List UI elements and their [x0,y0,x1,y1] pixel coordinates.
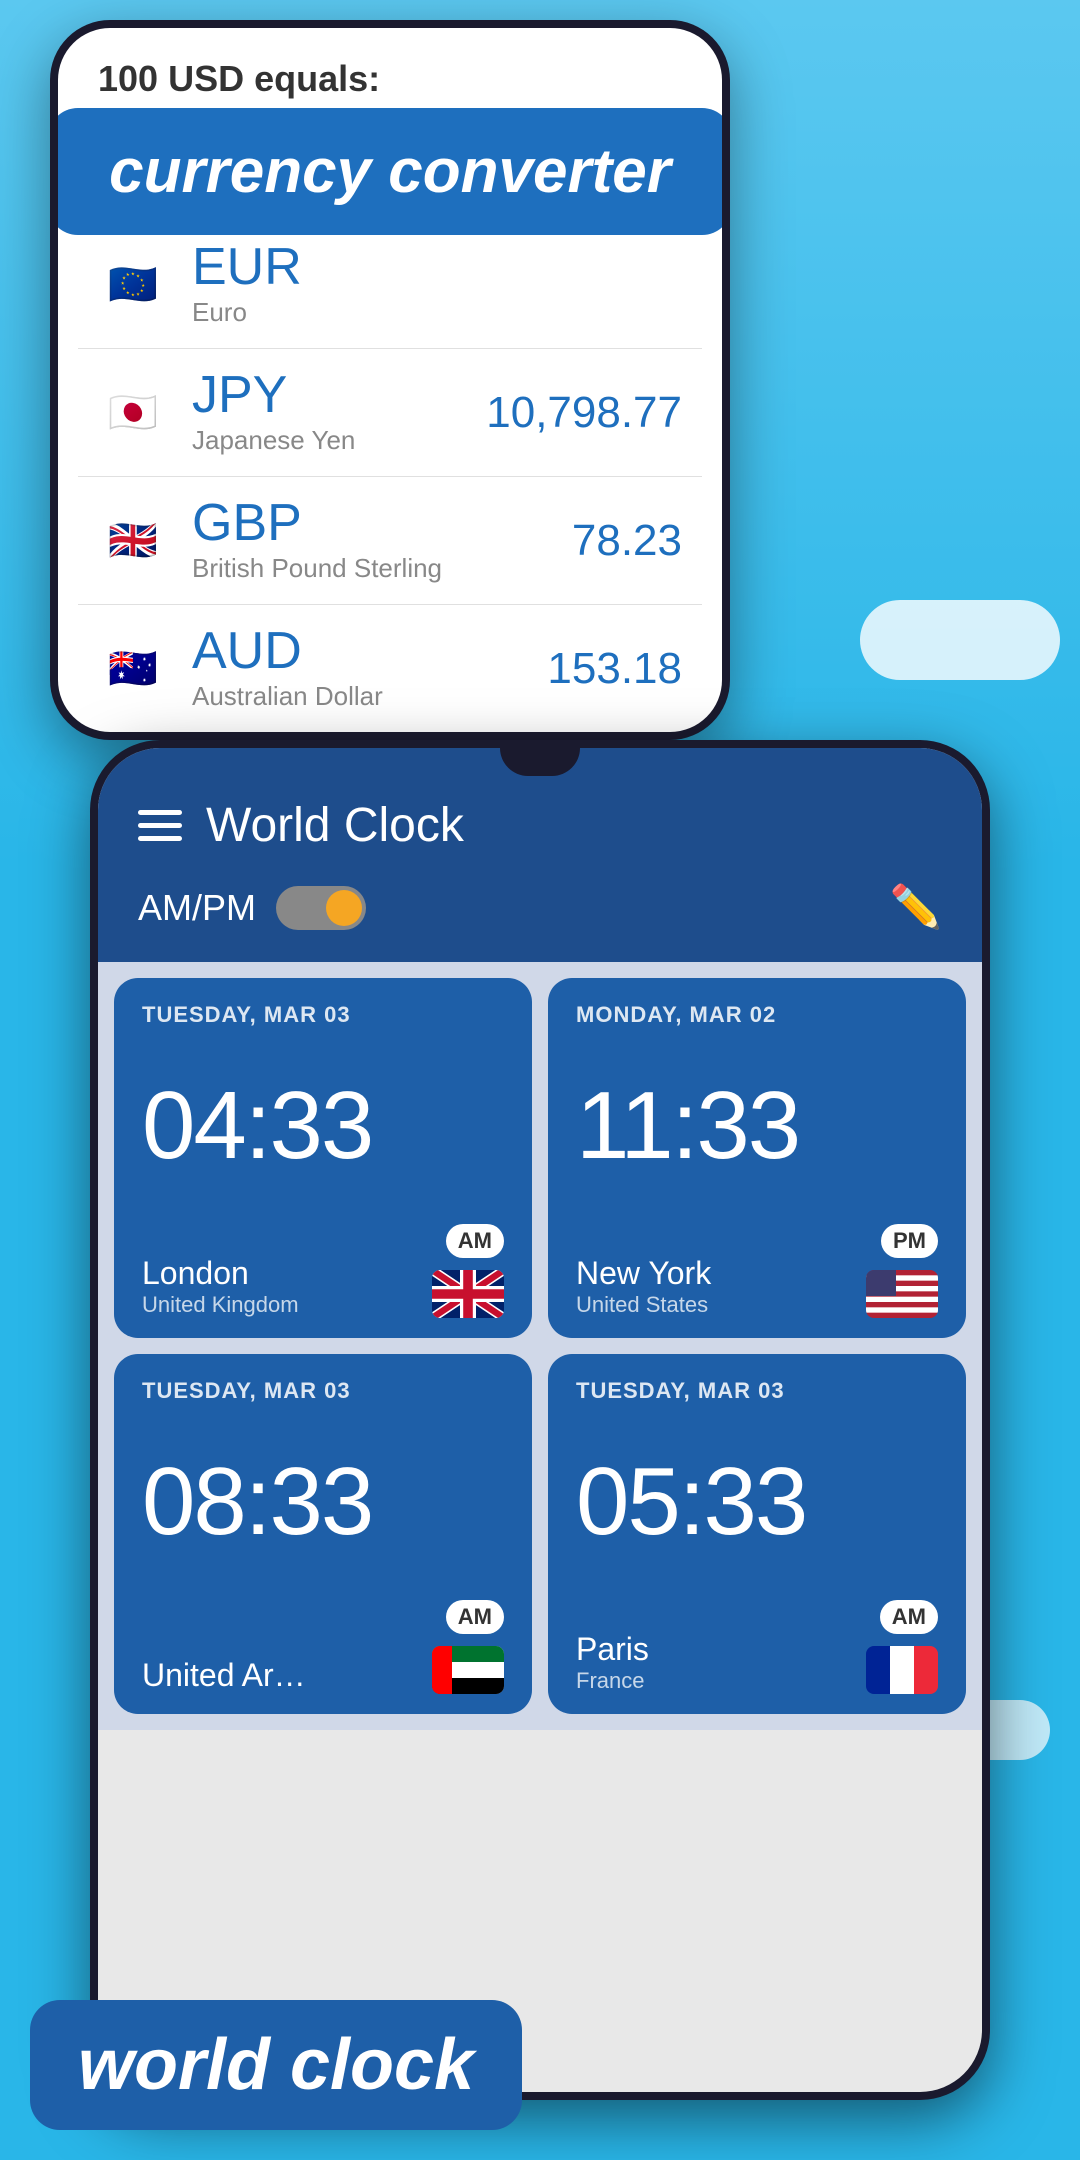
currency-info-jpy: JPY Japanese Yen [192,369,486,456]
flag-uae [432,1646,504,1694]
world-clock-phone: World Clock AM/PM ✏️ TUESDAY, MAR 03 04:… [90,740,990,2100]
card-bottom-uae: United Arab Emira... AM [142,1600,504,1694]
currency-code-aud: AUD [192,625,547,677]
world-clock-screen: World Clock AM/PM ✏️ TUESDAY, MAR 03 04:… [98,748,982,2092]
card-city-block-paris: Paris France [576,1631,866,1694]
clock-card-newyork[interactable]: MONDAY, MAR 02 11:33 New York United Sta… [548,978,966,1338]
card-country-newyork: United States [576,1292,866,1318]
cloud-decoration-1 [860,600,1060,680]
card-time-paris: 05:33 [576,1420,938,1584]
currency-name-gbp: British Pound Sterling [192,553,572,584]
currency-banner-text: currency converter [98,136,682,207]
currency-name-aud: Australian Dollar [192,681,547,712]
world-clock-label: world clock [30,2000,522,2130]
currency-header: 100 USD equals: [58,28,722,110]
flag-newyork [866,1270,938,1318]
card-country-paris: France [576,1668,866,1694]
currency-phone-screen: 100 USD equals: 🇺🇸 USD 100 🇪🇺 EUR Euro [58,28,722,732]
card-city-uae: United Arab Emira... [142,1657,322,1694]
currency-code-jpy: JPY [192,369,486,421]
hamburger-line-2 [138,823,182,828]
clock-toolbar: AM/PM ✏️ [98,873,982,962]
clock-grid: TUESDAY, MAR 03 04:33 London United King… [98,962,982,1730]
card-city-london: London [142,1255,432,1292]
currency-value-aud: 153.18 [547,644,682,694]
currency-name-eur: Euro [192,297,682,328]
card-bottom-paris: Paris France AM [576,1600,938,1694]
flag-gbp: 🇬🇧 [98,506,168,576]
card-right-london: AM [432,1224,504,1318]
currency-info-aud: AUD Australian Dollar [192,625,547,712]
card-country-london: United Kingdom [142,1292,432,1318]
card-right-uae: AM [432,1600,504,1694]
currency-value-gbp: 78.23 [572,516,682,566]
edit-icon-wrap: ✏️ [890,883,942,932]
currency-item-gbp[interactable]: 🇬🇧 GBP British Pound Sterling 78.23 [78,477,702,605]
card-right-paris: AM [866,1600,938,1694]
flag-london [432,1270,504,1318]
card-city-block-london: London United Kingdom [142,1255,432,1318]
clock-card-london[interactable]: TUESDAY, MAR 03 04:33 London United King… [114,978,532,1338]
ampm-badge-uae: AM [446,1600,504,1634]
clock-card-paris[interactable]: TUESDAY, MAR 03 05:33 Paris France AM [548,1354,966,1714]
card-city-block-newyork: New York United States [576,1255,866,1318]
ampm-badge-paris: AM [880,1600,938,1634]
menu-button[interactable] [138,810,182,841]
currency-item-aud[interactable]: 🇦🇺 AUD Australian Dollar 153.18 [78,605,702,732]
currency-item-jpy[interactable]: 🇯🇵 JPY Japanese Yen 10,798.77 [78,349,702,477]
flag-aud: 🇦🇺 [98,634,168,704]
ampm-badge-newyork: PM [881,1224,938,1258]
clock-title: World Clock [206,798,942,853]
world-clock-label-text: world clock [78,2024,474,2106]
toggle-thumb [326,890,362,926]
currency-code-eur: EUR [192,241,682,293]
ampm-badge-london: AM [446,1224,504,1258]
edit-icon[interactable]: ✏️ [890,883,942,930]
card-bottom-newyork: New York United States PM [576,1224,938,1318]
currency-phone: 100 USD equals: 🇺🇸 USD 100 🇪🇺 EUR Euro [50,20,730,740]
card-time-newyork: 11:33 [576,1044,938,1208]
currency-equals-label: 100 USD equals: [98,58,380,99]
currency-code-gbp: GBP [192,497,572,549]
currency-item-eur[interactable]: 🇪🇺 EUR Euro [78,221,702,349]
clock-card-uae[interactable]: TUESDAY, MAR 03 08:33 United Arab Emira.… [114,1354,532,1714]
ampm-label: AM/PM [138,887,256,929]
hamburger-line-1 [138,810,182,815]
currency-info-gbp: GBP British Pound Sterling [192,497,572,584]
card-city-paris: Paris [576,1631,866,1668]
ampm-toggle[interactable] [276,886,366,930]
currency-name-jpy: Japanese Yen [192,425,486,456]
card-city-newyork: New York [576,1255,866,1292]
currency-banner: currency converter [58,108,722,235]
card-city-block-uae: United Arab Emira... [142,1657,432,1694]
currency-info-eur: EUR Euro [192,241,682,328]
card-time-uae: 08:33 [142,1420,504,1584]
card-date-paris: TUESDAY, MAR 03 [576,1378,938,1404]
flag-paris [866,1646,938,1694]
card-bottom-london: London United Kingdom AM [142,1224,504,1318]
card-right-newyork: PM [866,1224,938,1318]
card-time-london: 04:33 [142,1044,504,1208]
currency-value-jpy: 10,798.77 [486,388,682,438]
card-date-london: TUESDAY, MAR 03 [142,1002,504,1028]
flag-eur: 🇪🇺 [98,250,168,320]
card-date-uae: TUESDAY, MAR 03 [142,1378,504,1404]
flag-jpy: 🇯🇵 [98,378,168,448]
card-date-newyork: MONDAY, MAR 02 [576,1002,938,1028]
hamburger-line-3 [138,836,182,841]
